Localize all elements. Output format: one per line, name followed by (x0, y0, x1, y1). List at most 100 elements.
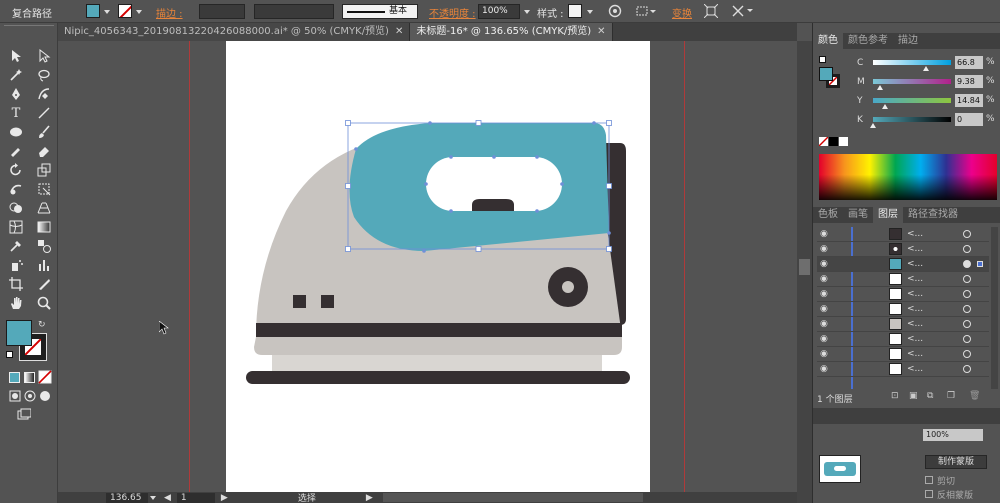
target-circle-icon[interactable] (963, 275, 971, 283)
magenta-thumb[interactable] (877, 85, 883, 90)
iron-button-1[interactable] (293, 295, 306, 308)
pen-tool-icon[interactable] (7, 85, 25, 103)
invert-mask-checkbox[interactable] (925, 490, 933, 498)
horizontal-scrollbar[interactable] (382, 493, 643, 502)
scrollbar-thumb[interactable] (799, 259, 810, 275)
magenta-bar[interactable] (873, 79, 951, 84)
black-bar[interactable] (873, 117, 951, 122)
layer-name[interactable]: <... (907, 242, 923, 256)
selection-tool-icon[interactable] (7, 47, 25, 65)
style-swatch[interactable] (568, 4, 582, 18)
list-item-selected[interactable]: ◉ <... (817, 257, 989, 272)
magic-wand-tool-icon[interactable] (7, 66, 25, 84)
list-item[interactable]: ◉ <... (817, 242, 989, 257)
layer-name[interactable]: <... (907, 362, 923, 376)
first-artboard-icon[interactable]: ◀ (164, 493, 171, 503)
rotate-tool-icon[interactable] (7, 161, 25, 179)
canvas-pasteboard[interactable] (58, 41, 797, 492)
black-slider[interactable]: K 0 % (817, 113, 997, 131)
yellow-slider[interactable]: Y 14.84 % (817, 94, 997, 112)
layer-name[interactable]: <... (907, 332, 923, 346)
tab-pathfinder[interactable]: 路径查找器 (903, 207, 963, 223)
list-item[interactable]: ◉ <... (817, 287, 989, 302)
new-layer-icon[interactable]: ❐ (947, 391, 955, 401)
white-swatch[interactable] (839, 137, 848, 146)
visibility-eye-icon[interactable]: ◉ (820, 229, 830, 239)
opacity-dropdown-arrow[interactable] (524, 10, 530, 14)
iron-soleplate[interactable] (246, 371, 630, 384)
clip-checkbox[interactable] (925, 476, 933, 484)
transparency-preview[interactable] (819, 455, 861, 483)
free-transform-tool-icon[interactable] (35, 180, 53, 198)
tab-swatches[interactable]: 色板 (813, 207, 843, 223)
layer-name[interactable]: <... (907, 272, 923, 286)
variable-width-field[interactable] (254, 4, 334, 19)
artboard-tool-icon[interactable] (7, 275, 25, 293)
selection-square-icon[interactable] (977, 261, 983, 267)
perspective-grid-tool-icon[interactable] (35, 199, 53, 217)
ellipse-tool-icon[interactable] (7, 123, 25, 141)
layer-name[interactable]: <... (907, 302, 923, 316)
gradient-tool-icon[interactable] (35, 218, 53, 236)
yellow-value[interactable]: 14.84 (955, 94, 983, 107)
artboard[interactable] (226, 41, 650, 492)
target-circle-icon[interactable] (963, 230, 971, 238)
tab-color[interactable]: 颜色 (813, 33, 843, 49)
vertical-scrollbar[interactable] (797, 41, 812, 503)
opacity-label[interactable]: 不透明度 : (429, 5, 476, 20)
line-segment-tool-icon[interactable] (35, 104, 53, 122)
eyedropper-tool-icon[interactable] (7, 237, 25, 255)
gradient-mode-icon[interactable] (22, 368, 37, 386)
style-dropdown-arrow[interactable] (587, 10, 593, 14)
blend-tool-icon[interactable] (35, 237, 53, 255)
visibility-eye-icon[interactable]: ◉ (820, 334, 830, 344)
cyan-value[interactable]: 66.8 (955, 56, 983, 69)
list-item[interactable]: ◉ <... (817, 227, 989, 242)
list-item[interactable]: ◉ <... (817, 332, 989, 347)
target-circle-icon[interactable] (963, 290, 971, 298)
paintbrush-tool-icon[interactable] (35, 123, 53, 141)
visibility-eye-icon[interactable]: ◉ (820, 259, 830, 269)
transparency-opacity-field[interactable]: 100% (923, 429, 983, 441)
tab-stroke[interactable]: 描边 (893, 33, 923, 49)
list-item[interactable]: ◉ <... (817, 302, 989, 317)
fill-dropdown-arrow[interactable] (104, 10, 110, 14)
black-thumb[interactable] (870, 123, 876, 128)
close-icon[interactable]: ✕ (395, 26, 403, 37)
iron-stripe[interactable] (256, 323, 622, 337)
list-item[interactable]: ◉ <... (817, 362, 989, 377)
none-mode-icon[interactable] (38, 368, 53, 386)
mesh-tool-icon[interactable] (7, 218, 25, 236)
tab-color-guide[interactable]: 颜色参考 (843, 33, 893, 49)
stroke-label[interactable]: 描边 : (156, 5, 183, 20)
isolate-icon[interactable] (703, 3, 719, 21)
magenta-slider[interactable]: M 9.38 % (817, 75, 997, 93)
visibility-eye-icon[interactable]: ◉ (820, 349, 830, 359)
layer-name[interactable]: <... (907, 227, 923, 241)
cyan-thumb[interactable] (923, 66, 929, 71)
fill-color-box[interactable] (6, 320, 32, 346)
direct-selection-tool-icon[interactable] (35, 47, 53, 65)
zoom-tool-icon[interactable] (35, 294, 53, 312)
cyan-bar[interactable] (873, 60, 951, 65)
opacity-field[interactable]: 100% (478, 4, 520, 19)
stroke-dropdown-arrow[interactable] (136, 10, 142, 14)
color-spectrum[interactable] (819, 154, 997, 200)
tab-brushes[interactable]: 画笔 (843, 207, 873, 223)
color-mode-icon[interactable] (7, 368, 22, 386)
stroke-swatch[interactable] (118, 4, 132, 18)
screen-mode-icon[interactable] (15, 406, 33, 424)
target-circle-icon[interactable] (963, 365, 971, 373)
stroke-weight-field[interactable] (199, 4, 245, 19)
recolor-artwork-icon[interactable] (608, 4, 622, 21)
none-swatch[interactable] (819, 137, 828, 146)
status-menu-arrow[interactable]: ▶ (366, 493, 373, 503)
default-fill-stroke-icon[interactable] (6, 351, 13, 358)
target-circle-icon[interactable] (963, 305, 971, 313)
iron-soleplate-top[interactable] (272, 355, 602, 371)
list-item[interactable]: ◉ <... (817, 272, 989, 287)
new-sublayer-icon[interactable]: ⧉ (927, 391, 933, 401)
target-circle-icon[interactable] (963, 350, 971, 358)
scale-tool-icon[interactable] (35, 161, 53, 179)
magenta-value[interactable]: 9.38 (955, 75, 983, 88)
